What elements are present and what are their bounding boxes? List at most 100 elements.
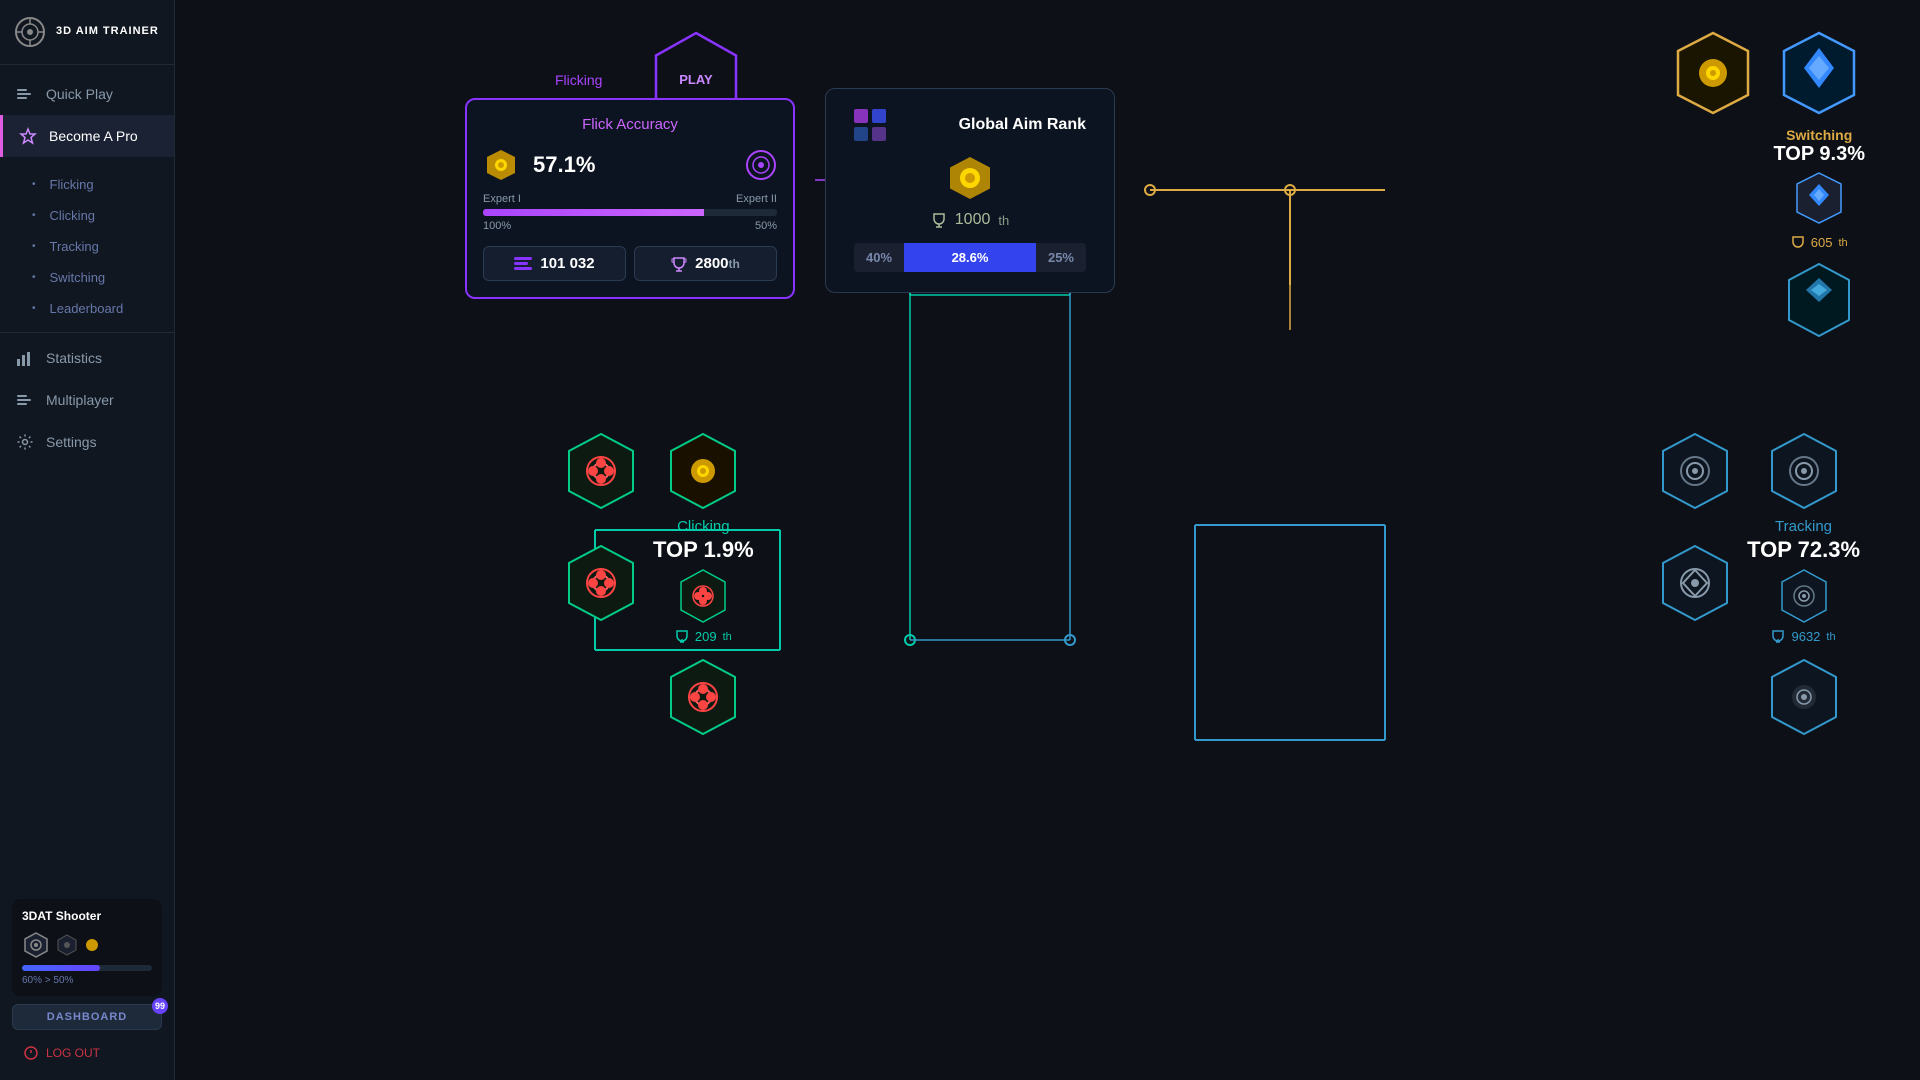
switching-hex-blue[interactable] <box>1779 28 1859 118</box>
tracking-section: Tracking TOP 72.3% 9632th <box>1659 430 1860 738</box>
flicking-label: Flicking <box>50 177 94 192</box>
xp-label: 60% > 50% <box>22 975 152 986</box>
become-pro-label: Become A Pro <box>49 128 138 144</box>
rank-bar-right: 25% <box>1036 243 1086 272</box>
color-dots <box>854 109 886 141</box>
multiplayer-label: Multiplayer <box>46 392 114 408</box>
switching-diamond-icon <box>1794 170 1844 226</box>
notification-badge: 99 <box>152 998 168 1014</box>
xp-bar <box>22 965 152 971</box>
dot-dark-blue <box>854 127 868 141</box>
logo-area: 3D AIM TRAINER <box>0 0 174 65</box>
flicking-card: Flick Accuracy 57.1% Expert I Expert II … <box>465 98 795 299</box>
clicking-label-text: Clicking <box>677 518 730 535</box>
switching-top-pct: TOP 9.3% <box>1773 143 1865 166</box>
tracking-right-col: Tracking TOP 72.3% 9632th <box>1747 430 1860 738</box>
sidebar-item-become-pro[interactable]: Become A Pro <box>0 115 174 157</box>
tracking-label: Tracking <box>50 239 99 254</box>
plays-value: 101 032 <box>540 255 594 272</box>
user-card: 3DAT Shooter 60% > 50% <box>12 899 162 996</box>
dot-purple <box>854 109 868 123</box>
global-rank-position: 1000th <box>854 211 1086 229</box>
dot-dark-purple <box>872 127 886 141</box>
rank-bar-left: 40% <box>854 243 904 272</box>
sidebar-item-settings[interactable]: Settings <box>0 421 174 463</box>
tracking-hex-tl[interactable] <box>1659 430 1731 512</box>
clicking-hex-tr[interactable] <box>667 430 739 512</box>
switching-hex-lower[interactable] <box>1784 260 1854 340</box>
flicking-section-label: Flicking <box>555 72 602 88</box>
flick-bottom-stats: 101 032 2800th <box>483 246 777 281</box>
global-rank-badge <box>945 153 995 203</box>
clicking-hex-bl[interactable] <box>565 542 637 624</box>
plays-pill: 101 032 <box>483 246 626 281</box>
flick-stats-row: 57.1% <box>483 147 777 183</box>
sidebar-item-statistics[interactable]: Statistics <box>0 337 174 379</box>
sidebar-item-quick-play[interactable]: Quick Play <box>0 73 174 115</box>
tracking-hex-bl[interactable] <box>1659 542 1731 624</box>
switching-label: Switching <box>1773 127 1865 143</box>
trophy-tracking <box>1771 630 1785 644</box>
flick-rank-icon <box>483 147 519 183</box>
clicking-nodes-grid: Clicking TOP 1.9% 209th <box>565 430 754 738</box>
sub-nav: Flicking Clicking Tracking Switching Lea… <box>0 165 174 328</box>
multiplayer-icon <box>16 391 34 409</box>
switching-hex-gold[interactable] <box>1673 28 1753 118</box>
sidebar-item-leaderboard[interactable]: Leaderboard <box>0 293 174 324</box>
switching-rank: 605th <box>1773 235 1865 250</box>
main-nav: Quick Play Become A Pro <box>0 65 174 165</box>
plays-icon <box>514 257 532 271</box>
rank-badge-dot <box>84 937 100 953</box>
settings-icon <box>16 433 34 451</box>
statistics-label: Statistics <box>46 350 102 366</box>
clicking-section: Clicking TOP 1.9% 209th <box>565 430 754 738</box>
tracking-left-col <box>1659 430 1731 624</box>
switching-nodes-top: Switching TOP 9.3% 605th <box>1673 28 1865 345</box>
sidebar-item-flicking[interactable]: Flicking <box>0 169 174 200</box>
switching-section: Switching TOP 9.3% 605th <box>1673 28 1865 345</box>
clicking-hex-br[interactable] <box>667 656 739 738</box>
settings-label: Settings <box>46 434 97 450</box>
sidebar-item-clicking[interactable]: Clicking <box>0 200 174 231</box>
tracking-hex-br[interactable] <box>1768 656 1840 738</box>
flick-accuracy-pct: 57.1% <box>533 152 595 178</box>
clicking-hex-small <box>678 567 728 625</box>
username: 3DAT Shooter <box>22 909 152 923</box>
tracking-label-text: Tracking <box>1775 518 1832 535</box>
clicking-rank: 209th <box>675 629 732 644</box>
svg-text:PLAY: PLAY <box>679 72 713 87</box>
flick-progress-fill <box>483 209 704 216</box>
clicking-top-pct: TOP 1.9% <box>653 537 754 563</box>
rank-value: 2800th <box>695 255 740 272</box>
sidebar-bottom: 3DAT Shooter 60% > 50% <box>0 887 174 1080</box>
divider-1 <box>0 332 174 333</box>
main-content: PLAY Flicking Flick Accuracy 57.1% Exper… <box>175 0 1920 1080</box>
tracking-nodes-grid: Tracking TOP 72.3% 9632th <box>1659 430 1860 738</box>
global-rank-header: Global Aim Rank <box>854 109 1086 141</box>
trophy-icon <box>671 256 687 272</box>
flick-accuracy-title: Flick Accuracy <box>483 116 777 133</box>
sidebar-item-tracking[interactable]: Tracking <box>0 231 174 262</box>
sidebar-item-multiplayer[interactable]: Multiplayer <box>0 379 174 421</box>
user-badges <box>22 931 152 959</box>
dashboard-button[interactable]: DASHBOARD <box>12 1004 162 1030</box>
logout-button[interactable]: LOG OUT <box>12 1038 162 1068</box>
logout-icon <box>24 1046 38 1060</box>
tracking-hex-small <box>1779 567 1829 625</box>
rank-badge-1 <box>22 931 50 959</box>
rank-badge-center <box>854 153 1086 203</box>
quick-play-icon <box>16 85 34 103</box>
logo-icon <box>14 16 46 48</box>
statistics-icon <box>16 349 34 367</box>
rank-badge-small <box>56 934 78 956</box>
sidebar: 3D AIM TRAINER Quick Play Become A Pro F… <box>0 0 175 1080</box>
global-rank-card: Global Aim Rank 1000th 40% 28.6% 25% <box>825 88 1115 293</box>
clicking-hex-tl[interactable] <box>565 430 637 512</box>
sidebar-item-switching[interactable]: Switching <box>0 262 174 293</box>
rank-bar: 40% 28.6% 25% <box>854 243 1086 272</box>
tracking-rank: 9632th <box>1771 629 1835 644</box>
pct-labels: 100% 50% <box>483 220 777 232</box>
trophy-switching <box>1791 236 1805 250</box>
tracking-hex-tr[interactable] <box>1768 430 1840 512</box>
clicking-right-col: Clicking TOP 1.9% 209th <box>653 430 754 738</box>
